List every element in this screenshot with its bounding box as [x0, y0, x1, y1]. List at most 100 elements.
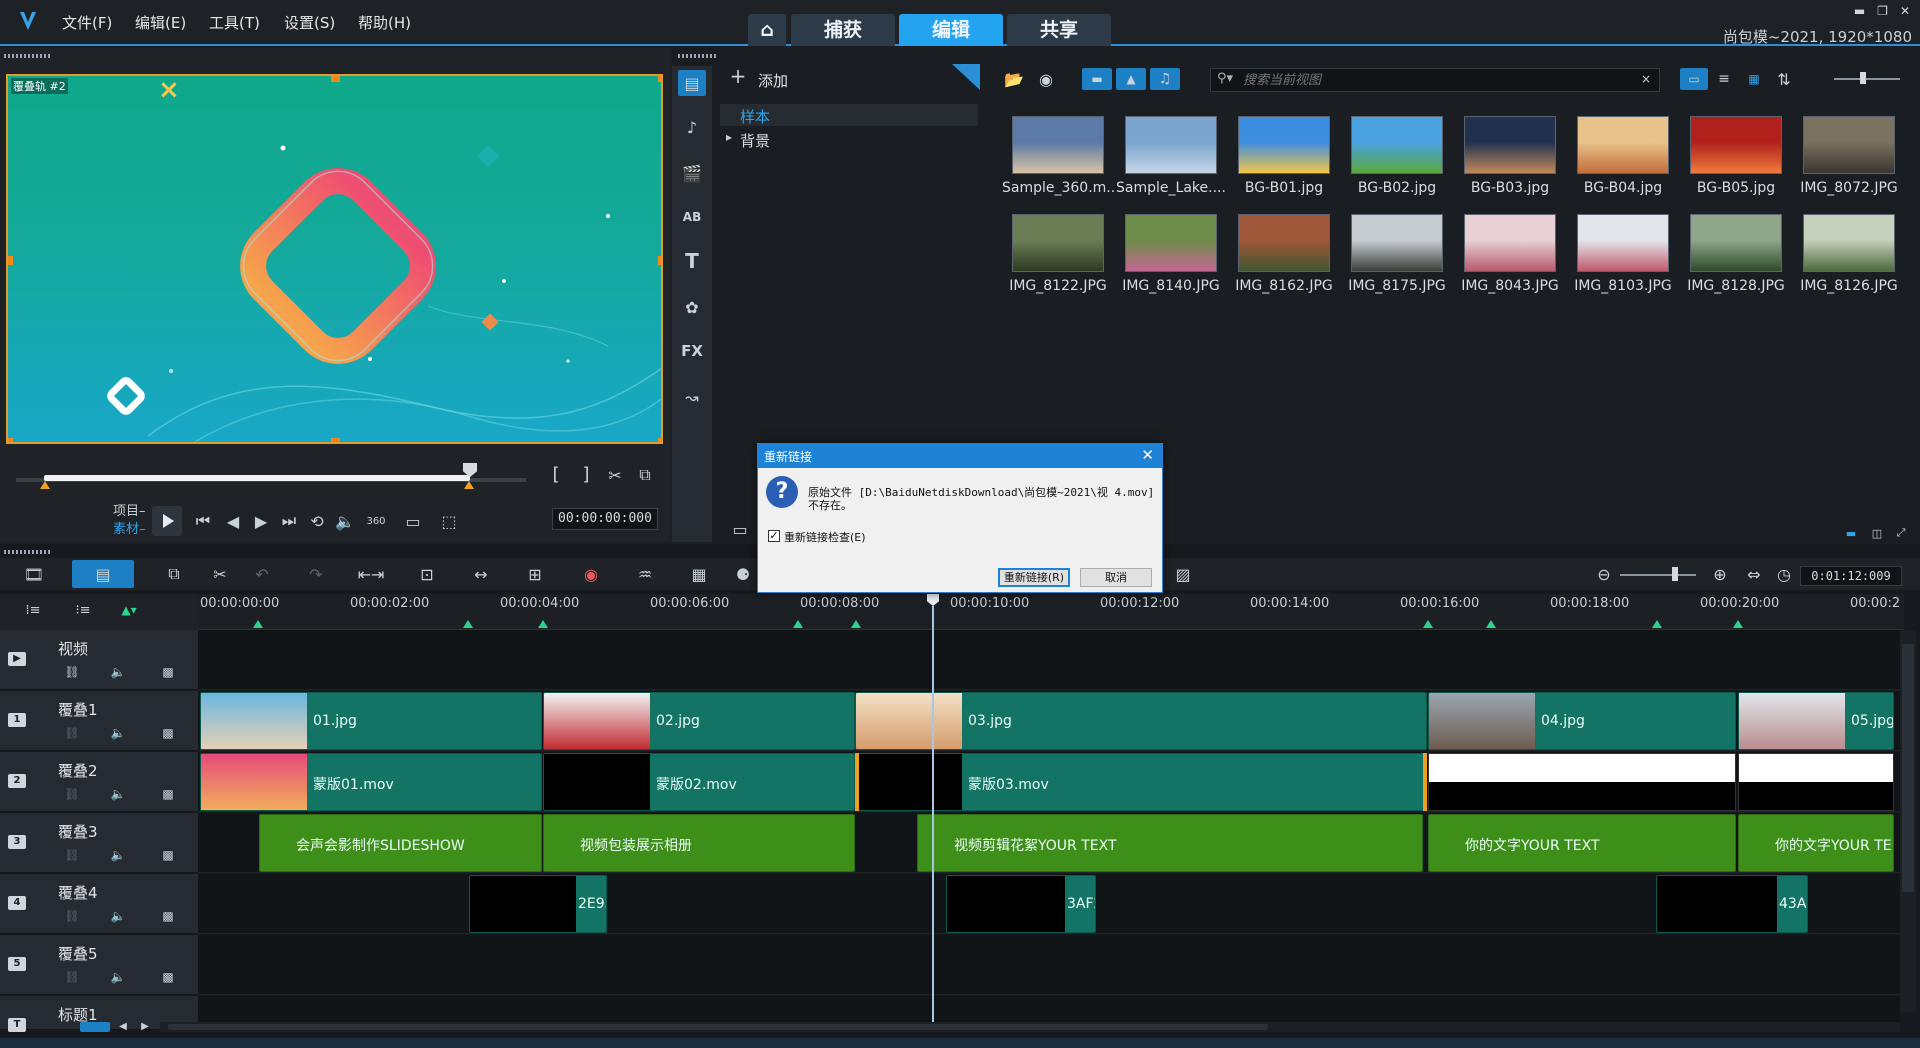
mute-icon[interactable]: 🔈: [110, 908, 126, 924]
menu-settings[interactable]: 设置(S): [284, 12, 335, 33]
snapshot-icon[interactable]: ⧉: [636, 465, 654, 484]
link-icon[interactable]: ⛓: [64, 725, 80, 741]
timeline-clip[interactable]: 05.jpg: [1738, 692, 1894, 750]
track-header[interactable]: 4 覆叠4 ⛓ 🔈 ▩: [0, 874, 198, 934]
zoom-out-icon[interactable]: ⊖: [1594, 562, 1614, 586]
media-item[interactable]: BG-B02.jpg: [1341, 112, 1453, 208]
track-grid-icon[interactable]: ▩: [160, 969, 176, 985]
zoom-slider[interactable]: [1620, 574, 1696, 576]
timeline-clip[interactable]: 会声会影制作SLIDESHOW: [259, 814, 542, 872]
timecode-field[interactable]: 00:00:00:000: [552, 508, 658, 530]
options-icon[interactable]: ▭: [728, 520, 752, 539]
timeline-clip[interactable]: 你的文字YOUR TE: [1738, 814, 1894, 872]
tab-share[interactable]: 共享: [1007, 14, 1111, 46]
redo-icon[interactable]: ↷: [304, 562, 328, 586]
panel-grip[interactable]: [4, 54, 50, 58]
list-view-icon[interactable]: ≡: [1710, 68, 1738, 90]
link-icon[interactable]: ⛓: [64, 969, 80, 985]
360-view-icon[interactable]: 360: [364, 512, 388, 530]
timeline-clip[interactable]: 02.jpg: [543, 692, 855, 750]
record-icon[interactable]: ◉: [578, 562, 604, 586]
timeline-clip[interactable]: 蒙版02.mov: [543, 753, 855, 811]
mute-icon[interactable]: 🔈: [110, 664, 126, 680]
media-item[interactable]: IMG_8126.JPG: [1793, 210, 1905, 306]
relink-check-checkbox[interactable]: ✓: [768, 530, 780, 542]
timeline-clip[interactable]: 视频包装展示相册: [543, 814, 855, 872]
crop-icon[interactable]: ⊡: [414, 562, 440, 586]
filter-icon[interactable]: ✿: [678, 294, 706, 320]
media-thumbnail[interactable]: [1125, 214, 1217, 272]
prev-frame-icon[interactable]: ◀: [224, 512, 242, 531]
zoom-in-icon[interactable]: ⊕: [1710, 562, 1730, 586]
media-thumbnail[interactable]: [1577, 116, 1669, 174]
storyboard-view-icon[interactable]: 🎞: [20, 562, 48, 586]
menu-file[interactable]: 文件(F): [62, 12, 112, 33]
relink-button[interactable]: 重新链接(R): [998, 568, 1070, 587]
fit-icon[interactable]: ⇤⇥: [358, 562, 385, 586]
media-category-icon[interactable]: ▤: [678, 70, 706, 96]
track-grid-icon[interactable]: ▩: [160, 847, 176, 863]
clear-search-icon[interactable]: ×: [1641, 72, 1651, 86]
menu-help[interactable]: 帮助(H): [358, 12, 411, 33]
timeline-clip[interactable]: [1428, 753, 1736, 811]
media-item[interactable]: IMG_8128.JPG: [1680, 210, 1792, 306]
timeline-clip[interactable]: 你的文字YOUR TEXT: [1428, 814, 1736, 872]
search-input[interactable]: [1243, 71, 1623, 89]
preview-canvas[interactable]: × 覆叠轨 #2: [6, 74, 663, 444]
timeline-clip[interactable]: 2E95: [469, 875, 607, 933]
relink-check-label[interactable]: 重新链接检查(E): [784, 529, 866, 545]
tab-edit[interactable]: 编辑: [899, 14, 1003, 46]
timeline-clip[interactable]: 03.jpg: [855, 692, 1427, 750]
title-icon[interactable]: T: [678, 248, 706, 274]
tree-item-backgrounds[interactable]: 背景: [740, 130, 770, 151]
chapter-marker-icon[interactable]: ▲▾: [118, 600, 140, 620]
resize-handle[interactable]: [8, 256, 13, 265]
link-icon[interactable]: ⛓: [64, 847, 80, 863]
track-grid-icon[interactable]: ▩: [160, 725, 176, 741]
close-icon[interactable]: ✕: [1900, 4, 1910, 18]
undo-icon[interactable]: ↶: [250, 562, 274, 586]
home-tab[interactable]: ⌂: [748, 14, 786, 46]
link-icon[interactable]: ⛓: [64, 908, 80, 924]
media-thumbnail[interactable]: [1238, 116, 1330, 174]
timeline-clip[interactable]: 04.jpg: [1428, 692, 1736, 750]
filter-photo-icon[interactable]: ▲: [1116, 68, 1146, 90]
media-item[interactable]: IMG_8072.JPG: [1793, 112, 1905, 208]
panel-grip[interactable]: [678, 54, 718, 58]
media-thumbnail[interactable]: [1012, 214, 1104, 272]
track-options-icon[interactable]: ⁝≡: [72, 600, 94, 620]
link-icon[interactable]: ⛓: [64, 664, 80, 680]
media-item[interactable]: BG-B01.jpg: [1228, 112, 1340, 208]
dialog-close-icon[interactable]: ✕: [1141, 446, 1154, 464]
project-mode-label[interactable]: 项目–: [113, 500, 146, 519]
time-ruler[interactable]: [198, 594, 1904, 630]
media-item[interactable]: BG-B03.jpg: [1454, 112, 1566, 208]
path-icon[interactable]: ↝: [678, 384, 706, 410]
media-thumbnail[interactable]: [1351, 116, 1443, 174]
timeline-clip[interactable]: 43A53: [1656, 875, 1808, 933]
sort-icon[interactable]: ⇅: [1772, 68, 1796, 90]
tree-expand-icon[interactable]: ▸: [726, 130, 732, 144]
track-header[interactable]: 5 覆叠5 ⛓ 🔈 ▩: [0, 935, 198, 995]
resize-handle[interactable]: [658, 256, 661, 265]
track-header[interactable]: 3 覆叠3 ⛓ 🔈 ▩: [0, 813, 198, 873]
split-icon[interactable]: ↔: [468, 562, 494, 586]
thumb-size-slider[interactable]: [1834, 78, 1900, 80]
track-manager-icon[interactable]: ⧉: [162, 562, 186, 586]
media-item[interactable]: IMG_8175.JPG: [1341, 210, 1453, 306]
horizontal-scroll-thumb[interactable]: [168, 1024, 1268, 1030]
mark-in-icon[interactable]: [: [548, 464, 564, 485]
menu-tools[interactable]: 工具(T): [209, 12, 260, 33]
transition-icon[interactable]: 🎬: [678, 160, 706, 186]
search-box[interactable]: ⚲▾ ×: [1210, 68, 1660, 92]
thumbnail-view-icon[interactable]: ▭: [1680, 68, 1708, 90]
audio-mix-icon[interactable]: ♒: [632, 562, 658, 586]
browse-icon[interactable]: ◉: [1034, 68, 1058, 90]
media-item[interactable]: IMG_8162.JPG: [1228, 210, 1340, 306]
tools-icon[interactable]: ✂: [208, 562, 232, 586]
timeline-clip[interactable]: 蒙版01.mov: [200, 753, 542, 811]
trim-handle[interactable]: [855, 753, 859, 811]
media-thumbnail[interactable]: [1803, 116, 1895, 174]
play-button[interactable]: [152, 506, 182, 536]
media-item[interactable]: BG-B05.jpg: [1680, 112, 1792, 208]
